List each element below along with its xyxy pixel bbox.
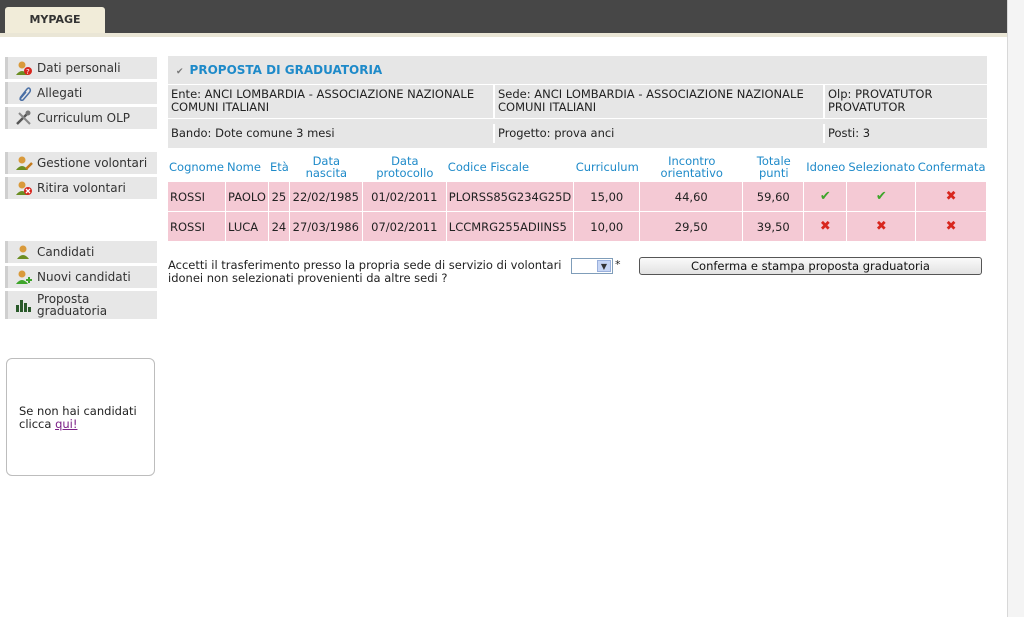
confirm-print-button[interactable]: Conferma e stampa proposta graduatoria bbox=[639, 257, 982, 275]
cell-selezionato[interactable]: ✖ bbox=[847, 212, 917, 242]
user-question-icon: ? bbox=[15, 60, 33, 76]
info-row-ente: Ente: ANCI LOMBARDIA - ASSOCIAZIONE NAZI… bbox=[168, 85, 987, 118]
panel-title-text: PROPOSTA DI GRADUATORIA bbox=[189, 63, 383, 77]
cross-icon: ✖ bbox=[819, 219, 831, 234]
cell-selezionato[interactable]: ✔ bbox=[847, 182, 917, 212]
cell-incontro: 44,60 bbox=[640, 182, 744, 212]
transfer-select[interactable]: ▼ bbox=[571, 258, 613, 274]
sidebar-item-nuovi-candidati[interactable]: Nuovi candidati bbox=[5, 266, 157, 288]
cell-curriculum: 15,00 bbox=[574, 182, 641, 212]
help-link[interactable]: qui! bbox=[55, 417, 77, 431]
sidebar-group-profile: ? Dati personali Allegati Curriculum OLP bbox=[5, 57, 157, 132]
paperclip-icon bbox=[15, 85, 33, 102]
col-selezionato: Selezionato bbox=[848, 159, 916, 174]
cell-eta: 25 bbox=[268, 182, 290, 212]
sidebar-group-candidati: Candidati Nuovi candidati Proposta gradu… bbox=[5, 241, 157, 322]
user-add-icon bbox=[15, 269, 33, 285]
cell-codice-fiscale: PLORSS85G234G25D bbox=[446, 182, 575, 212]
col-confermata: Confermata bbox=[917, 159, 986, 174]
cross-icon: ✖ bbox=[875, 219, 887, 234]
cell-protocollo: 01/02/2011 bbox=[362, 182, 447, 212]
olp-field: Olp: PROVATUTOR PROVATUTOR bbox=[828, 87, 933, 114]
check-icon: ✔ bbox=[875, 189, 887, 204]
cell-protocollo: 07/02/2011 bbox=[362, 212, 447, 242]
transfer-question: Accetti il trasferimento presso la propr… bbox=[168, 258, 562, 285]
user-remove-icon bbox=[15, 180, 33, 196]
sidebar-item-allegati[interactable]: Allegati bbox=[5, 82, 157, 104]
cross-icon: ✖ bbox=[945, 189, 957, 204]
help-text: Se non hai candidati clicca bbox=[19, 404, 137, 431]
col-nome: Nome bbox=[227, 159, 261, 174]
cell-curriculum: 10,00 bbox=[574, 212, 641, 242]
cell-cognome: ROSSI bbox=[168, 182, 226, 212]
sidebar-group-volontari: Gestione volontari Ritira volontari bbox=[5, 152, 157, 202]
col-data-nascita: Data nascita bbox=[305, 153, 347, 180]
chevron-down-icon: ✔ bbox=[176, 67, 184, 77]
cell-totale: 59,60 bbox=[743, 182, 805, 212]
svg-text:?: ? bbox=[26, 68, 30, 76]
ente-field: Ente: ANCI LOMBARDIA - ASSOCIAZIONE NAZI… bbox=[168, 85, 495, 118]
required-mark: * bbox=[615, 258, 621, 271]
sidebar-item-gestione-volontari[interactable]: Gestione volontari bbox=[5, 152, 157, 174]
window-right-edge bbox=[1007, 0, 1024, 617]
sidebar-item-curriculum-olp[interactable]: Curriculum OLP bbox=[5, 107, 157, 129]
sidebar-item-label: Proposta graduatoria bbox=[37, 292, 108, 318]
sidebar-item-label: Candidati bbox=[37, 245, 95, 259]
user-icon bbox=[15, 244, 33, 260]
help-box: Se non hai candidati clicca qui! bbox=[6, 358, 155, 476]
col-eta: Età bbox=[269, 159, 289, 174]
col-codice-fiscale: Codice Fiscale bbox=[447, 159, 530, 174]
sidebar-item-candidati[interactable]: Candidati bbox=[5, 241, 157, 263]
sidebar-item-label: Nuovi candidati bbox=[37, 270, 131, 284]
table-row: ROSSI LUCA 24 27/03/1986 07/02/2011 LCCM… bbox=[168, 212, 987, 242]
cell-nascita: 27/03/1986 bbox=[289, 212, 363, 242]
col-idoneo: Idoneo bbox=[806, 159, 846, 174]
col-cognome: Cognome bbox=[169, 159, 224, 174]
cell-eta: 24 bbox=[268, 212, 290, 242]
tab-mypage[interactable]: MYPAGE bbox=[5, 7, 105, 33]
cell-idoneo[interactable]: ✖ bbox=[804, 212, 848, 242]
sede-field: Sede: ANCI LOMBARDIA - ASSOCIAZIONE NAZI… bbox=[495, 85, 825, 118]
col-data-protocollo: Data protocollo bbox=[376, 153, 434, 180]
info-row-bando: Bando: Dote comune 3 mesi Progetto: prov… bbox=[168, 119, 987, 148]
main-panel: ✔ PROPOSTA DI GRADUATORIA Ente: ANCI LOMB… bbox=[168, 56, 987, 242]
cell-idoneo[interactable]: ✔ bbox=[804, 182, 848, 212]
sidebar-item-label: Dati personali bbox=[37, 61, 121, 75]
bando-field: Bando: Dote comune 3 mesi bbox=[168, 124, 495, 143]
sidebar-item-dati-personali[interactable]: ? Dati personali bbox=[5, 57, 157, 79]
chevron-down-icon[interactable]: ▼ bbox=[597, 260, 611, 272]
header-stripe bbox=[0, 33, 1007, 37]
bar-chart-icon bbox=[15, 297, 33, 313]
cell-nascita: 22/02/1985 bbox=[289, 182, 363, 212]
top-bar bbox=[0, 0, 1007, 33]
cell-confermata[interactable]: ✖ bbox=[916, 182, 987, 212]
cell-nome: PAOLO bbox=[226, 182, 269, 212]
tools-icon bbox=[15, 110, 33, 126]
col-totale: Totale punti bbox=[756, 153, 791, 180]
panel-title[interactable]: ✔ PROPOSTA DI GRADUATORIA bbox=[168, 56, 987, 84]
sidebar-item-label: Ritira volontari bbox=[37, 181, 126, 195]
table-row: ROSSI PAOLO 25 22/02/1985 01/02/2011 PLO… bbox=[168, 182, 987, 212]
sidebar-item-proposta-graduatoria[interactable]: Proposta graduatoria bbox=[5, 291, 157, 319]
sidebar-item-label: Gestione volontari bbox=[37, 156, 148, 170]
cross-icon: ✖ bbox=[945, 219, 957, 234]
progetto-field: Progetto: prova anci bbox=[495, 124, 825, 143]
sidebar-item-label: Allegati bbox=[37, 86, 83, 100]
cell-confermata[interactable]: ✖ bbox=[916, 212, 987, 242]
cell-cognome: ROSSI bbox=[168, 212, 226, 242]
posti-field: Posti: 3 bbox=[828, 126, 871, 140]
cell-nome: LUCA bbox=[226, 212, 269, 242]
col-curriculum: Curriculum bbox=[575, 159, 639, 174]
cell-incontro: 29,50 bbox=[640, 212, 744, 242]
graduatoria-table: Cognome Nome Età Data nascita Data proto… bbox=[168, 154, 987, 242]
sidebar-item-label: Curriculum OLP bbox=[37, 111, 130, 125]
check-icon: ✔ bbox=[819, 189, 831, 204]
user-edit-icon bbox=[15, 155, 33, 171]
cell-codice-fiscale: LCCMRG255ADIINS5 bbox=[446, 212, 575, 242]
table-header-row: Cognome Nome Età Data nascita Data proto… bbox=[168, 154, 987, 182]
sidebar-item-ritira-volontari[interactable]: Ritira volontari bbox=[5, 177, 157, 199]
col-incontro: Incontro orientativo bbox=[660, 153, 723, 180]
cell-totale: 39,50 bbox=[743, 212, 805, 242]
